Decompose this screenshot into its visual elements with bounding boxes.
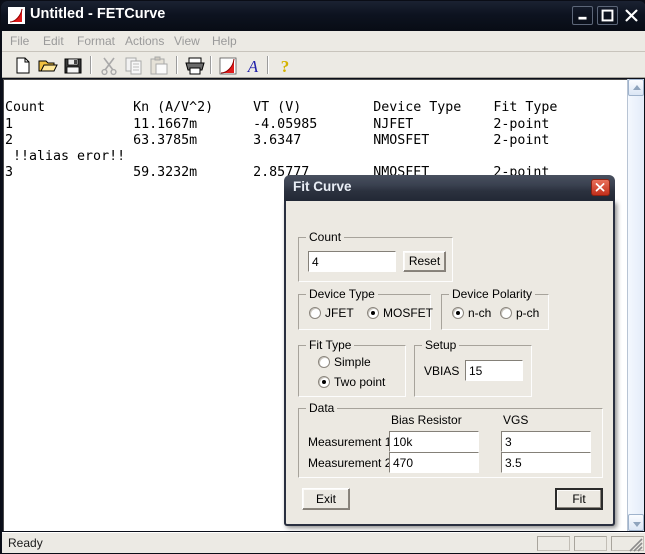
device-type-group: Device Type JFET MOSFET: [298, 287, 433, 330]
setup-group: Setup VBIAS: [414, 338, 532, 397]
data-group-label: Data: [306, 401, 338, 415]
svg-text:?: ?: [281, 57, 290, 76]
copy-button: [123, 55, 145, 76]
radio-n-ch[interactable]: [452, 307, 464, 319]
status-pane-1: [537, 536, 570, 551]
print-button[interactable]: [184, 55, 206, 76]
exit-button[interactable]: Exit: [302, 488, 350, 510]
font-a-icon: A: [247, 57, 259, 76]
device-polarity-group: Device Polarity n-ch p-ch: [441, 287, 549, 330]
save-disk-icon: [64, 58, 82, 74]
scroll-up-icon: [633, 85, 641, 90]
toolbar-separator-1: [90, 56, 92, 74]
bias-resistor-column-header: Bias Resistor: [391, 413, 462, 427]
open-folder-button[interactable]: [37, 55, 59, 76]
print-icon: [185, 57, 205, 75]
toolbar: A ?: [2, 52, 645, 78]
radio-jfet-label: JFET: [325, 306, 354, 320]
vertical-scrollbar[interactable]: [627, 79, 644, 531]
measurement-1-bias-resistor-input[interactable]: [389, 431, 479, 452]
count-group: Count Reset: [298, 230, 453, 282]
curve-icon: [219, 57, 237, 75]
maximize-button[interactable]: [597, 6, 618, 25]
data-group: Data Bias Resistor VGS Measurement 1 Mea…: [298, 401, 603, 478]
resize-grip-icon[interactable]: [629, 538, 643, 552]
radio-p-ch[interactable]: [500, 307, 512, 319]
vgs-column-header: VGS: [503, 413, 529, 427]
radio-simple-label: Simple: [334, 355, 371, 369]
status-bar: Ready: [2, 532, 645, 553]
menu-item-help[interactable]: Help: [212, 34, 237, 48]
open-folder-icon: [38, 60, 58, 72]
radio-simple[interactable]: [318, 356, 330, 368]
fit-type-group-label: Fit Type: [306, 338, 355, 352]
minimize-icon: [578, 16, 587, 20]
cut-button: [98, 55, 120, 76]
status-pane-2: [574, 536, 607, 551]
font-button[interactable]: A: [242, 55, 264, 76]
measurement-2-vgs-input[interactable]: [501, 452, 591, 473]
menu-item-file[interactable]: File: [10, 34, 29, 48]
paste-button: [148, 55, 170, 76]
scroll-down-icon: [633, 522, 641, 527]
measurement-1-label: Measurement 1: [308, 435, 392, 449]
menu-item-view[interactable]: View: [174, 34, 200, 48]
help-question-icon: ?: [281, 57, 290, 76]
fit-type-group: Fit Type Simple Two point: [298, 338, 406, 397]
menu-item-format[interactable]: Format: [77, 34, 115, 48]
close-icon: [625, 9, 638, 22]
device-polarity-group-label: Device Polarity: [449, 287, 536, 301]
dialog-title: Fit Curve: [293, 179, 352, 194]
radio-jfet[interactable]: [309, 307, 321, 319]
menu-item-actions[interactable]: Actions: [125, 34, 164, 48]
menu-item-edit[interactable]: Edit: [43, 34, 64, 48]
status-text: Ready: [8, 536, 43, 550]
radio-mosfet[interactable]: [367, 307, 379, 319]
fit-button[interactable]: Fit: [555, 488, 603, 510]
new-file-icon: [16, 57, 30, 74]
close-button[interactable]: [621, 6, 642, 25]
radio-mosfet-label: MOSFET: [383, 306, 433, 320]
new-file-button[interactable]: [12, 55, 34, 76]
setup-group-label: Setup: [422, 338, 460, 352]
toolbar-separator-2: [176, 56, 178, 74]
radio-two-point[interactable]: [318, 376, 330, 388]
title-bar: Untitled - FETCurve: [1, 1, 645, 31]
scroll-up-button[interactable]: [628, 79, 644, 96]
application-window: Untitled - FETCurve File Edit Format Act…: [0, 0, 645, 554]
reset-button[interactable]: Reset: [403, 251, 446, 272]
dialog-title-bar: Fit Curve: [284, 175, 615, 201]
fit-curve-dialog: Fit Curve Count Reset Device Type JFET M…: [284, 175, 615, 526]
curve-icon-svg: [8, 7, 25, 24]
measurement-1-vgs-input[interactable]: [501, 431, 591, 452]
close-icon: [595, 183, 605, 192]
toolbar-separator-4: [267, 56, 269, 74]
vbias-input[interactable]: [465, 360, 523, 381]
cut-scissors-icon: [101, 57, 117, 76]
radio-p-ch-label: p-ch: [516, 306, 540, 320]
curve-button[interactable]: [217, 55, 239, 76]
vbias-label: VBIAS: [424, 364, 460, 378]
help-button[interactable]: ?: [274, 55, 296, 76]
count-input[interactable]: [308, 251, 396, 272]
scroll-down-button[interactable]: [628, 514, 644, 531]
menu-bar: File Edit Format Actions View Help: [2, 31, 645, 52]
measurement-2-bias-resistor-input[interactable]: [389, 452, 479, 473]
paste-icon: [150, 56, 168, 75]
radio-n-ch-label: n-ch: [468, 306, 492, 320]
window-title: Untitled - FETCurve: [30, 6, 166, 22]
maximize-icon: [601, 9, 614, 22]
toolbar-separator-3: [210, 56, 212, 74]
fit-results-text: Count Kn (A/V^2) VT (V) Device Type Fit …: [5, 100, 558, 181]
measurement-2-label: Measurement 2: [308, 456, 392, 470]
copy-icon: [125, 57, 142, 75]
dialog-close-button[interactable]: [591, 179, 610, 196]
minimize-button[interactable]: [572, 6, 593, 25]
app-curve-icon: [8, 7, 25, 24]
device-type-group-label: Device Type: [306, 287, 378, 301]
radio-two-point-label: Two point: [334, 375, 386, 389]
count-group-label: Count: [306, 230, 345, 244]
svg-text:A: A: [247, 57, 259, 76]
save-button[interactable]: [62, 55, 84, 76]
